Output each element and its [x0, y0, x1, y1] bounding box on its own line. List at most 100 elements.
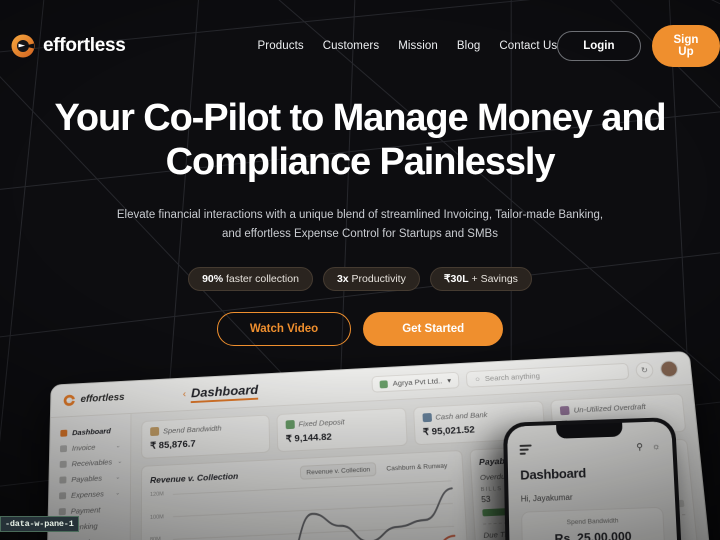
stat-pill-label: + Savings [468, 273, 518, 286]
document-icon [59, 444, 68, 452]
kpi-card-spend-bandwidth: Spend Bandwidth ₹ 85,876.7 [141, 414, 270, 459]
refresh-icon[interactable]: ↻ [635, 361, 655, 379]
phone-mockup: ⚲ ☼ Dashboard Hi, Jayakumar Spend Bandwi… [503, 417, 683, 540]
kpi-label: Fixed Deposit [298, 417, 345, 429]
subtitle-line-2: and effortless Expense Control for Start… [222, 228, 498, 241]
page-title: Your Co-Pilot to Manage Money and Compli… [0, 96, 720, 184]
avatar[interactable] [659, 360, 679, 378]
hamburger-icon[interactable] [519, 444, 532, 458]
stat-pills: 90% faster collection 3x Productivity ₹3… [0, 267, 720, 292]
phone-greeting: Hi, Jayakumar [520, 493, 573, 504]
dashboard-brand-name: effortless [80, 392, 125, 406]
brand-name: effortless [43, 35, 126, 56]
outbox-icon [59, 475, 67, 484]
breadcrumb: ‹ Dashboard [183, 381, 259, 403]
building-icon [379, 379, 388, 388]
nav-links: Products Customers Mission Blog Contact … [258, 40, 558, 52]
sidebar-item-label: Receivables [71, 456, 113, 468]
chevron-down-icon: ⌄ [114, 490, 121, 497]
phone-topbar-actions: ⚲ ☼ [636, 441, 660, 453]
headline-line-1: Your Co-Pilot to Manage Money and [54, 97, 666, 139]
bank-icon [421, 413, 432, 423]
y-tick: 80M [150, 536, 170, 540]
login-button[interactable]: Login [557, 31, 641, 61]
sidebar-item-label: Expenses [70, 488, 104, 500]
chevron-down-icon: ⌄ [115, 442, 121, 450]
chevron-down-icon: ▾ [447, 376, 452, 385]
chevron-down-icon: ⌄ [117, 458, 123, 465]
nav-link-products[interactable]: Products [258, 40, 304, 52]
chevron-left-icon[interactable]: ‹ [183, 389, 186, 400]
tab-revenue-v-collection[interactable]: Revenue v. Collection [300, 462, 377, 480]
stat-pill-value: 90% [202, 273, 224, 286]
tab-cashburn-runway[interactable]: Cashburn & Runway [380, 458, 454, 476]
kpi-card-fixed-deposit: Fixed Deposit ₹ 9,144.82 [276, 407, 408, 453]
search-placeholder: Search anything [484, 371, 541, 383]
kpi-label: Spend Bandwidth [163, 423, 222, 436]
stat-pill-value: 3x [336, 273, 349, 286]
top-navbar: effortless Products Customers Mission Bl… [0, 0, 720, 92]
kpi-label: Cash and Bank [435, 410, 488, 422]
org-selector[interactable]: Agrya Pvt Ltd.. ▾ [371, 371, 460, 393]
kpi-card-header: Un-Utilized Overdraft [560, 401, 675, 416]
wallet-icon [59, 491, 67, 499]
kpi-card-header: Fixed Deposit [285, 415, 397, 430]
effortless-circle-logo-icon [10, 33, 36, 59]
stat-pill-label: faster collection [223, 273, 299, 286]
spend-icon [150, 426, 160, 437]
chart-canvas [170, 477, 461, 540]
stat-pill-productivity: 3x Productivity [322, 267, 420, 292]
kpi-label: Un-Utilized Overdraft [573, 402, 647, 415]
inbox-icon [59, 460, 67, 468]
dashboard-page-title: Dashboard [190, 381, 259, 403]
grid-icon [60, 429, 68, 437]
y-tick: 100M [149, 513, 164, 521]
stat-pill-savings: ₹30L + Savings [429, 267, 532, 292]
effortless-circle-logo-icon [63, 394, 76, 407]
sidebar-item-label: Payment [70, 504, 101, 516]
phone-screen: ⚲ ☼ Dashboard Hi, Jayakumar Spend Bandwi… [507, 421, 679, 540]
phone-notch [556, 422, 623, 439]
card-icon [58, 507, 66, 515]
search-input[interactable]: ○ Search anything [465, 362, 630, 388]
debug-pane-badge: -data-w-pane-1 [0, 516, 79, 532]
hero-cta-group: Watch Video Get Started [0, 312, 720, 347]
nav-actions: Login Sign Up [557, 25, 720, 67]
chart-y-axis: 120M 100M 80M 60M 40M 20M [150, 491, 171, 540]
brand-logo[interactable]: effortless [10, 33, 126, 59]
hero-section: Your Co-Pilot to Manage Money and Compli… [0, 96, 720, 347]
headline-line-2: Compliance Painlessly [165, 141, 556, 184]
search-icon[interactable]: ⚲ [636, 441, 643, 452]
landing-page: effortless Products Customers Mission Bl… [0, 0, 720, 540]
sidebar-item-label: Payables [71, 473, 103, 484]
hero-subtitle: Elevate financial interactions with a un… [0, 206, 720, 244]
org-selector-label: Agrya Pvt Ltd.. [392, 376, 443, 388]
stat-pill-faster-collection: 90% faster collection [188, 267, 313, 292]
watch-video-button[interactable]: Watch Video [216, 312, 352, 347]
overdraft-icon [560, 405, 570, 416]
signup-button[interactable]: Sign Up [651, 25, 720, 67]
get-started-button[interactable]: Get Started [363, 312, 504, 347]
phone-card-label: Spend Bandwidth [566, 517, 619, 527]
chart-plot-area: 120M 100M 80M 60M 40M 20M [150, 477, 461, 540]
bell-icon[interactable]: ☼ [652, 441, 661, 452]
nav-link-blog[interactable]: Blog [457, 40, 480, 52]
phone-spend-card: Spend Bandwidth Rs. 25,00,000 Fixed Depo… [521, 507, 666, 540]
subtitle-line-1: Elevate financial interactions with a un… [116, 209, 604, 222]
kpi-value: ₹ 85,876.7 [150, 438, 196, 452]
phone-page-title: Dashboard [520, 465, 587, 483]
kpi-value: ₹ 9,144.82 [285, 431, 332, 445]
nav-link-mission[interactable]: Mission [398, 40, 438, 52]
phone-device: ⚲ ☼ Dashboard Hi, Jayakumar Spend Bandwi… [503, 417, 683, 540]
nav-link-customers[interactable]: Customers [323, 40, 380, 52]
y-tick: 120M [150, 491, 164, 499]
chart-tabs: Revenue v. Collection Cashburn & Runway [300, 458, 454, 480]
nav-link-contact-us[interactable]: Contact Us [499, 40, 557, 52]
stat-pill-value: ₹30L [443, 273, 469, 286]
sidebar-item-label: Invoice [71, 442, 96, 453]
deposit-icon [285, 420, 295, 430]
search-icon: ○ [475, 374, 481, 384]
kpi-card-header: Spend Bandwidth [150, 422, 260, 437]
phone-card-value: Rs. 25,00,000 [554, 529, 632, 540]
chart-title: Revenue v. Collection [150, 470, 239, 486]
